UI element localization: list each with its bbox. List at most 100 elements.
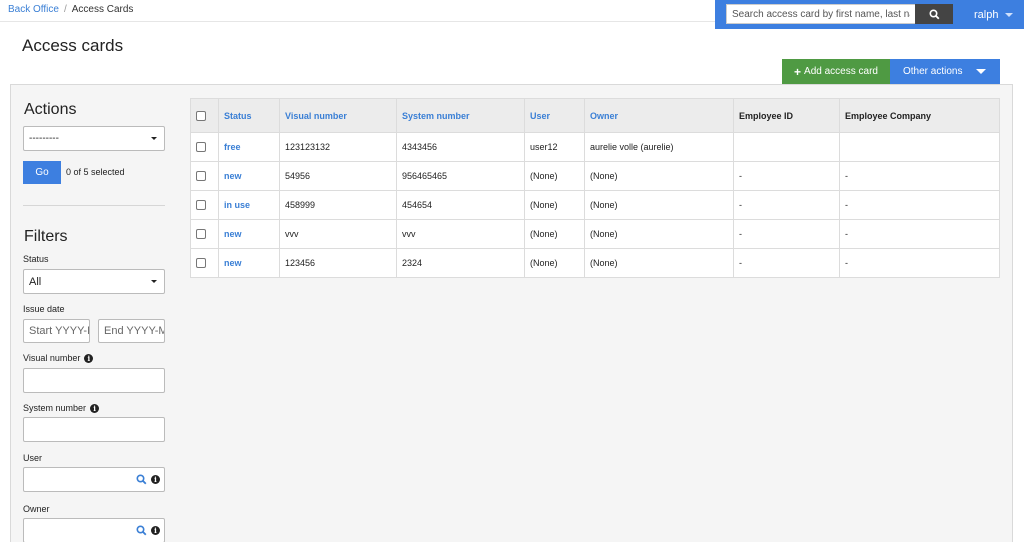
owner-lookup-input[interactable]: i xyxy=(23,518,165,542)
row-checkbox[interactable] xyxy=(196,142,206,153)
owner-cell: aurelie volle (aurelie) xyxy=(584,132,734,162)
user-label-text: User xyxy=(23,453,43,463)
access-cards-table: Status Visual number System number User … xyxy=(190,98,1000,278)
status-filter-select[interactable]: All xyxy=(23,269,165,294)
issue-date-end-input[interactable]: End YYYY-MM-DD xyxy=(98,319,165,343)
column-header-user[interactable]: User xyxy=(524,98,585,133)
dropdown-arrow-icon xyxy=(151,279,157,283)
info-icon[interactable]: i xyxy=(90,403,100,413)
employee-id-cell: - xyxy=(733,248,840,278)
dropdown-arrow-icon xyxy=(151,136,157,140)
visual-number-label-text: Visual number xyxy=(23,353,81,363)
select-all-cell xyxy=(190,98,219,133)
row-checkbox-cell xyxy=(190,132,219,162)
row-checkbox[interactable] xyxy=(196,258,206,269)
issue-date-label: Issue date xyxy=(23,304,65,314)
visual-number-cell: vvv xyxy=(279,219,397,249)
info-icon[interactable]: i xyxy=(151,475,160,484)
content-panel: Actions --------- Go 0 of 5 selected Fil… xyxy=(10,84,1013,542)
filters-title: Filters xyxy=(24,228,68,245)
breadcrumb-current: Access Cards xyxy=(71,4,134,15)
column-header-status[interactable]: Status xyxy=(218,98,280,133)
user-cell: user12 xyxy=(524,132,585,162)
status-link[interactable]: new xyxy=(218,248,280,278)
row-checkbox[interactable] xyxy=(196,229,206,240)
table-row: in use 458999 454654 (None) (None) - - xyxy=(190,190,1000,220)
selected-count: 0 of 5 selected xyxy=(66,167,125,177)
visual-number-label: Visual number i xyxy=(23,353,94,363)
status-label-text: Status xyxy=(23,254,49,264)
column-header-owner[interactable]: Owner xyxy=(584,98,734,133)
other-actions-label: Other actions xyxy=(903,66,963,77)
owner-cell: (None) xyxy=(584,248,734,278)
info-icon[interactable]: i xyxy=(151,526,160,535)
info-icon[interactable]: i xyxy=(84,353,94,363)
owner-cell: (None) xyxy=(584,190,734,220)
employee-company-cell: - xyxy=(839,219,1000,249)
breadcrumb: Back Office / Access Cards xyxy=(8,4,133,15)
user-lookup-input[interactable]: i xyxy=(23,467,165,492)
search-bar xyxy=(715,0,964,29)
owner-cell: (None) xyxy=(584,219,734,249)
table-row: new 123456 2324 (None) (None) - - xyxy=(190,248,1000,278)
search-button[interactable] xyxy=(915,4,953,24)
status-link[interactable]: new xyxy=(218,219,280,249)
status-link[interactable]: new xyxy=(218,161,280,191)
row-checkbox-cell xyxy=(190,190,219,220)
employee-id-cell: - xyxy=(733,161,840,191)
user-menu[interactable]: ralph xyxy=(964,0,1024,29)
column-header-employee-id: Employee ID xyxy=(733,98,840,133)
column-header-visual-number[interactable]: Visual number xyxy=(279,98,397,133)
system-number-cell: 454654 xyxy=(396,190,525,220)
row-checkbox-cell xyxy=(190,161,219,191)
issue-date-label-text: Issue date xyxy=(23,304,65,314)
breadcrumb-separator: / xyxy=(63,4,67,15)
status-link[interactable]: free xyxy=(218,132,280,162)
page-title: Access cards xyxy=(22,36,124,55)
actions-title: Actions xyxy=(24,101,77,118)
add-access-card-button[interactable]: + Add access card xyxy=(782,59,890,84)
add-access-card-label: Add access card xyxy=(804,66,878,77)
column-header-system-number[interactable]: System number xyxy=(396,98,525,133)
status-filter-value: All xyxy=(29,275,42,288)
go-button[interactable]: Go xyxy=(23,161,61,184)
table-row: new vvv vvv (None) (None) - - xyxy=(190,219,1000,249)
search-icon[interactable] xyxy=(136,525,147,536)
system-number-input[interactable] xyxy=(23,417,165,442)
visual-number-input[interactable] xyxy=(23,368,165,393)
results-table-wrapper: Status Visual number System number User … xyxy=(190,98,1000,278)
search-input[interactable] xyxy=(726,4,915,24)
system-number-label: System number i xyxy=(23,403,100,413)
action-select[interactable]: --------- xyxy=(23,126,165,151)
visual-number-cell: 54956 xyxy=(279,161,397,191)
divider xyxy=(23,205,165,206)
chevron-down-icon xyxy=(976,69,987,74)
system-number-cell: 2324 xyxy=(396,248,525,278)
visual-number-cell: 123456 xyxy=(279,248,397,278)
lookup-controls: i xyxy=(136,525,160,536)
table-row: free 123123132 4343456 user12 aurelie vo… xyxy=(190,132,1000,162)
row-checkbox-cell xyxy=(190,219,219,249)
user-cell: (None) xyxy=(524,190,585,220)
visual-number-cell: 458999 xyxy=(279,190,397,220)
system-number-cell: vvv xyxy=(396,219,525,249)
row-checkbox[interactable] xyxy=(196,200,206,211)
owner-label-text: Owner xyxy=(23,504,50,514)
employee-company-cell: - xyxy=(839,248,1000,278)
action-select-value: --------- xyxy=(29,133,59,144)
search-icon[interactable] xyxy=(136,474,147,485)
issue-date-start-input[interactable]: Start YYYY-MM-DD xyxy=(23,319,90,343)
status-label: Status xyxy=(23,254,49,264)
user-cell: (None) xyxy=(524,219,585,249)
column-header-employee-company: Employee Company xyxy=(839,98,1000,133)
select-all-checkbox[interactable] xyxy=(196,110,206,121)
breadcrumb-back-office-link[interactable]: Back Office xyxy=(8,4,59,15)
plus-icon: + xyxy=(794,64,802,79)
chevron-down-icon xyxy=(1005,12,1014,17)
employee-company-cell: - xyxy=(839,161,1000,191)
employee-company-cell: - xyxy=(839,190,1000,220)
other-actions-button[interactable]: Other actions xyxy=(890,59,1000,84)
status-link[interactable]: in use xyxy=(218,190,280,220)
employee-id-cell: - xyxy=(733,219,840,249)
row-checkbox[interactable] xyxy=(196,171,206,182)
